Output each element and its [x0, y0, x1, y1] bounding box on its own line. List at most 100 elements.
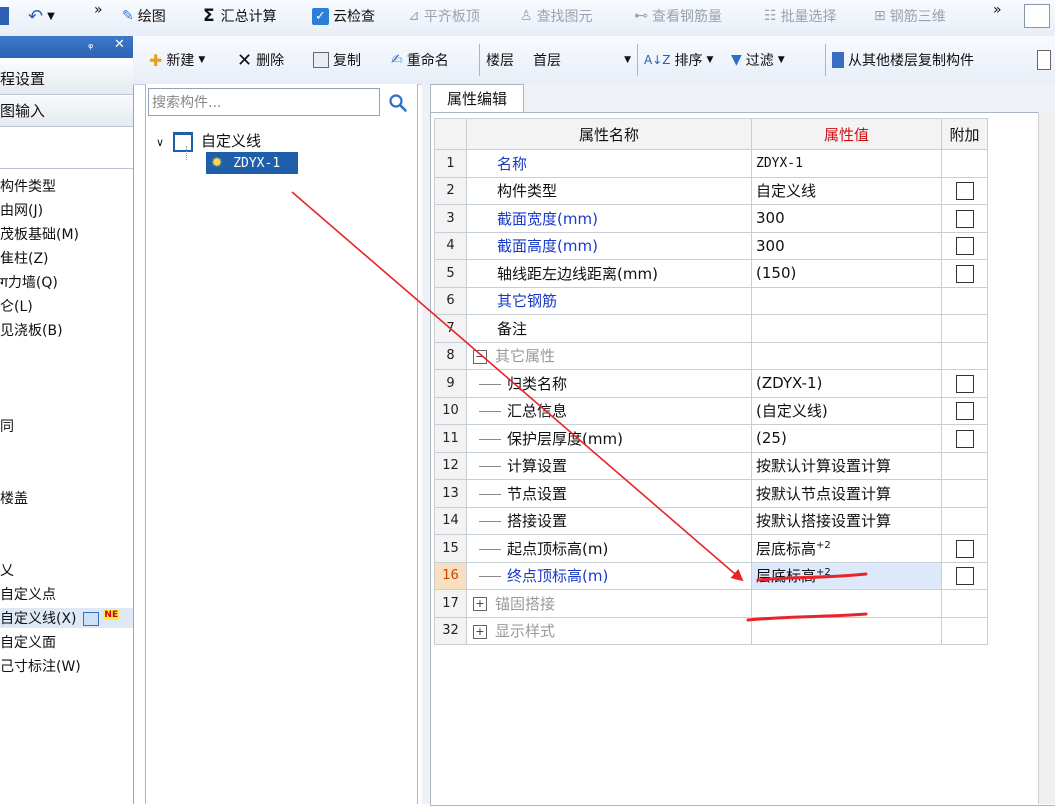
table-row[interactable]: 1 名称 ZDYX-1 — [434, 149, 988, 178]
property-value[interactable]: 按默认节点设置计算 — [751, 479, 942, 508]
property-value[interactable]: 300 — [751, 204, 942, 233]
new-button[interactable]: ✚ 新建 ▼ — [149, 44, 205, 76]
table-row[interactable]: 17 + 锚固搭接 — [434, 589, 988, 618]
property-value[interactable]: ZDYX-1 — [751, 149, 942, 178]
extra-checkbox[interactable] — [955, 209, 974, 228]
extra-checkbox[interactable] — [955, 567, 974, 585]
table-row-selected[interactable]: 16 终点顶标高(m) 层底标高+2 — [434, 561, 988, 590]
extra-checkbox[interactable] — [955, 374, 974, 393]
property-value[interactable]: (自定义线) — [751, 396, 942, 425]
drawing-input-tab[interactable]: 图输入 — [0, 96, 133, 127]
table-row[interactable]: 6 其它钢筋 — [434, 286, 988, 315]
property-value-editing[interactable]: 层底标高+2 — [751, 561, 942, 590]
table-row[interactable]: 13 节点设置 按默认节点设置计算 — [434, 479, 988, 508]
property-value[interactable]: 按默认搭接设置计算 — [751, 506, 942, 535]
table-row[interactable]: 32 + 显示样式 — [434, 616, 988, 645]
left-item-component-type[interactable]: 构件类型 — [0, 176, 56, 196]
vertical-scrollbar[interactable] — [1038, 112, 1055, 804]
filter-button[interactable]: ▼ 过滤 ▼ — [731, 44, 785, 76]
table-row[interactable]: 2 构件类型 自定义线 — [434, 176, 988, 205]
copy-from-floor-button[interactable]: 从其他楼层复制构件 — [825, 44, 974, 76]
property-name: 其它钢筋 — [466, 286, 752, 315]
floor-select[interactable]: 首层 ▼ — [533, 44, 631, 76]
extra-checkbox[interactable] — [955, 539, 974, 558]
table-row[interactable]: 5 轴线距左边线距离(mm) (150) — [434, 259, 988, 288]
view-rebar-button[interactable]: ⊷ 查看钢筋量 — [634, 0, 722, 32]
more-left-button[interactable]: » — [94, 0, 103, 26]
table-row[interactable]: 9 归类名称 (ZDYX-1) — [434, 369, 988, 398]
close-icon[interactable]: ✕ — [114, 37, 125, 52]
tree-root[interactable]: ∨ 自定义线 — [156, 130, 261, 152]
property-value[interactable]: 自定义线 — [751, 176, 942, 205]
left-pane-header: ᵩ ✕ — [0, 36, 133, 58]
property-value[interactable]: (25) — [751, 424, 942, 453]
left-item-dimension[interactable]: 己寸标注(W) — [0, 656, 81, 676]
rename-button[interactable]: ✍ 重命名 — [391, 44, 449, 76]
table-row[interactable]: 12 计算设置 按默认计算设置计算 — [434, 451, 988, 480]
delete-button[interactable]: ✕ 删除 — [237, 44, 284, 76]
property-value[interactable]: (ZDYX-1) — [751, 369, 942, 398]
expand-icon[interactable]: + — [473, 597, 487, 612]
collapse-icon[interactable]: − — [473, 349, 487, 364]
cloud-check-button[interactable]: ✓ 云检查 — [312, 0, 375, 32]
property-value[interactable]: 300 — [751, 231, 942, 260]
custom-line-icon — [172, 132, 193, 152]
summary-calc-button[interactable]: Σ 汇总计算 — [203, 0, 277, 32]
left-item-beam[interactable]: 仑(L) — [0, 296, 33, 316]
left-item-custom-line[interactable]: 自定义线(X) NE — [0, 608, 133, 628]
window-box-icon[interactable] — [1024, 0, 1050, 32]
left-item-custom-surface[interactable]: 自定义面 — [0, 632, 56, 652]
extra-checkbox[interactable] — [955, 429, 974, 448]
left-item-cast-slab[interactable]: 见浇板(B) — [0, 320, 63, 340]
search-input[interactable]: 搜索构件... — [148, 88, 380, 116]
property-value[interactable]: (150) — [751, 259, 942, 288]
left-item-shear-wall[interactable]: ग力墙(Q) — [0, 272, 58, 292]
extra-checkbox[interactable] — [955, 264, 974, 283]
extra-header: 附加 — [941, 118, 988, 150]
rebar-3d-button[interactable]: ⊞ 钢筋三维 — [874, 0, 946, 32]
property-name: 构件类型 — [466, 176, 752, 205]
search-button[interactable] — [383, 88, 413, 118]
copy-button[interactable]: 复制 — [313, 44, 361, 76]
left-item-opening[interactable]: 同 — [0, 416, 14, 436]
property-value[interactable] — [751, 286, 942, 315]
batch-select-button[interactable]: ☷ 批量选择 — [764, 0, 837, 32]
more-right-button[interactable]: » — [993, 0, 1002, 26]
find-icon: ♙ — [520, 8, 533, 24]
tree-item-zdyx-1[interactable]: ✹ ZDYX-1 — [206, 152, 298, 174]
table-row[interactable]: 11 保护层厚度(mm) (25) — [434, 424, 988, 453]
table-row[interactable]: 15 起点顶标高(m) 层底标高+2 — [434, 534, 988, 563]
left-item-raft-foundation[interactable]: 茂板基础(M) — [0, 224, 79, 244]
undo-button[interactable]: ↶ ▼ — [28, 0, 55, 32]
expand-icon[interactable]: + — [473, 624, 487, 639]
table-row[interactable]: 10 汇总信息 (自定义线) — [434, 396, 988, 425]
table-row[interactable]: 3 截面宽度(mm) 300 — [434, 204, 988, 233]
sort-icon: A↓Z — [644, 53, 671, 67]
table-row[interactable]: 7 备注 — [434, 314, 988, 343]
left-item-axis-grid[interactable]: 由网(J) — [0, 200, 43, 220]
pin-icon[interactable]: ᵩ — [88, 37, 93, 52]
toolbar-overflow-icon[interactable] — [1037, 44, 1051, 76]
extra-checkbox[interactable] — [955, 182, 974, 200]
draw-button[interactable]: ✎ 绘图 — [122, 0, 166, 32]
left-item-custom-point[interactable]: 自定义点 — [0, 584, 56, 604]
project-settings-tab[interactable]: 程设置 — [0, 64, 133, 95]
left-item-floor-cover[interactable]: 楼盖 — [0, 488, 28, 508]
flat-top-button[interactable]: ⊿ 平齐板顶 — [408, 0, 480, 32]
left-item-custom-group[interactable]: 乂 — [0, 560, 14, 580]
left-item-column[interactable]: 隹柱(Z) — [0, 248, 49, 268]
property-value[interactable]: 按默认计算设置计算 — [751, 451, 942, 480]
table-row[interactable]: 8 − 其它属性 — [434, 341, 988, 370]
save-icon[interactable] — [0, 0, 9, 32]
property-value[interactable] — [751, 314, 942, 343]
property-value[interactable]: 层底标高+2 — [751, 534, 942, 563]
table-row[interactable]: 4 截面高度(mm) 300 — [434, 231, 988, 260]
extra-checkbox[interactable] — [955, 402, 974, 420]
table-row[interactable]: 14 搭接设置 按默认搭接设置计算 — [434, 506, 988, 535]
find-element-button[interactable]: ♙ 查找图元 — [520, 0, 593, 32]
extra-checkbox[interactable] — [955, 237, 974, 255]
sort-button[interactable]: A↓Z 排序 ▼ — [637, 44, 713, 76]
property-name: 汇总信息 — [466, 396, 752, 425]
tab-property-edit[interactable]: 属性编辑 — [430, 84, 524, 113]
copy-floor-icon — [832, 52, 844, 68]
